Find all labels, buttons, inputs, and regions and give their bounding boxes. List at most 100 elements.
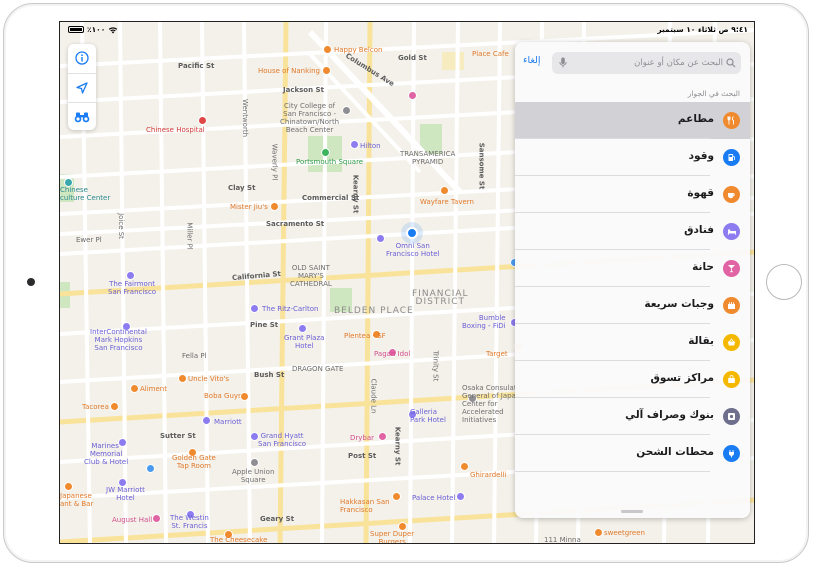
label-super-duper: Super Duper Burgers: [370, 530, 415, 544]
category-hotels[interactable]: فنادق: [515, 213, 750, 250]
screen: Pacific St Jackson St Columbus Ave Gold …: [59, 21, 755, 544]
label-sansome-st: Sansome St: [477, 142, 486, 190]
info-icon: [75, 51, 89, 65]
category-label: وقود: [688, 150, 714, 162]
pin-sweetgreen[interactable]: [594, 528, 603, 537]
panel-grabber[interactable]: [621, 510, 643, 513]
category-ev-charging[interactable]: محطات الشحن: [515, 435, 750, 472]
pin-grant-plaza[interactable]: [298, 324, 307, 333]
pin-drybar[interactable]: [378, 432, 387, 441]
label-bush-st: Bush St: [254, 371, 285, 379]
search-icon: [726, 58, 736, 68]
pin-omni-hotel[interactable]: [376, 234, 385, 243]
pin-uncle-vitos[interactable]: [178, 374, 187, 383]
pin-happy-belcon[interactable]: [323, 45, 332, 54]
label-joice-st: Joice St: [116, 213, 125, 239]
look-around-button[interactable]: [68, 102, 96, 130]
category-bars[interactable]: حانة: [515, 250, 750, 287]
pin-hilton[interactable]: [350, 140, 359, 149]
category-label: فنادق: [684, 224, 714, 236]
category-gas[interactable]: وقود: [515, 139, 750, 176]
label-pine-st: Pine St: [250, 321, 279, 329]
category-grocery[interactable]: بقالة: [515, 324, 750, 361]
pin-chinese-hospital[interactable]: [198, 116, 207, 125]
label-uncle-vitos: Uncle Vito's: [188, 375, 230, 383]
label-portsmouth-square: Portsmouth Square: [296, 158, 364, 166]
pin-japanese[interactable]: [64, 482, 73, 491]
label-place-cafe: Place Cafe: [472, 50, 509, 58]
label-grand-hyatt: Grand Hyatt San Francisco: [258, 432, 307, 448]
pin-aliment[interactable]: [130, 384, 139, 393]
pin-august-hall[interactable]: [152, 514, 161, 523]
pin-city-college[interactable]: [342, 106, 351, 115]
nearby-section-label: البحث في الجوار: [687, 89, 740, 98]
label-tacorea: Tacorea: [82, 403, 109, 411]
label-fella-pl: Fella Pl: [182, 352, 207, 360]
label-house-of-nanking: House of Nanking: [258, 67, 320, 75]
label-old-st-marys: OLD SAINT MARY'S CATHEDRAL: [290, 264, 332, 288]
pin-boba-guys[interactable]: [240, 392, 249, 401]
pin-ritz-carlton[interactable]: [250, 304, 259, 313]
label-pacific-st: Pacific St: [178, 62, 215, 70]
pin-tacorea[interactable]: [110, 402, 119, 411]
pin-ghirardelli[interactable]: [460, 462, 469, 471]
category-fast-food[interactable]: وجبات سريعة: [515, 287, 750, 324]
cocktail-glass-icon: [723, 260, 740, 277]
pin-fairmont[interactable]: [126, 271, 135, 280]
cancel-button[interactable]: إلغاء: [523, 55, 540, 66]
pin-house-of-nanking[interactable]: [322, 66, 331, 75]
label-fairmont: The Fairmont San Francisco: [108, 280, 157, 296]
category-label: محطات الشحن: [636, 446, 714, 458]
front-camera: [27, 278, 35, 286]
label-waverly: Waverly Pl: [270, 143, 279, 181]
label-jw-marriott: JW Marriott Hotel: [106, 486, 145, 502]
label-target: Target: [486, 350, 508, 358]
label-omni-hotel: Omni San Francisco Hotel: [386, 242, 440, 258]
label-chinese-hospital: Chinese Hospital: [146, 126, 205, 134]
shopping-bag-icon: [723, 371, 740, 388]
search-placeholder: البحث عن مكان أو عنوان: [634, 58, 723, 68]
category-label: مطاعم: [677, 113, 714, 125]
status-left: ٪١٠٠: [68, 25, 118, 34]
pin-hakkasan[interactable]: [392, 492, 401, 501]
category-label: بنوك وصراف آلي: [625, 409, 714, 421]
category-label: قهوة: [687, 187, 714, 199]
binoculars-icon: [74, 112, 90, 122]
label-mister-jius: Mister Jiu's: [230, 203, 268, 211]
label-boba-guys: Boba Guys: [204, 392, 242, 400]
pin-apple-union[interactable]: [250, 458, 259, 467]
pin-marines-memorial[interactable]: [118, 438, 127, 447]
pin-albatross[interactable]: [408, 91, 417, 100]
label-wayfare-tavern: Wayfare Tavern: [420, 198, 474, 206]
category-restaurants[interactable]: مطاعم: [515, 102, 750, 139]
home-button[interactable]: [766, 264, 802, 300]
pin-marriott[interactable]: [202, 416, 211, 425]
pin-shop[interactable]: [146, 464, 155, 473]
category-coffee[interactable]: قهوة: [515, 176, 750, 213]
label-jackson-st: Jackson St: [283, 86, 324, 94]
pin-portsmouth-square[interactable]: [321, 148, 330, 157]
category-banks[interactable]: بنوك وصراف آلي: [515, 398, 750, 435]
label-post-st: Post St: [348, 452, 377, 460]
search-input[interactable]: البحث عن مكان أو عنوان: [552, 52, 741, 74]
charging-plug-icon: [723, 445, 740, 462]
label-ewer-pl: Ewer Pl: [76, 236, 102, 244]
label-hakkasan: Hakkasan San Francisco: [340, 498, 390, 514]
label-grant-plaza: Grant Plaza Hotel: [284, 334, 325, 350]
label-westin: The Westin St. Francis: [170, 514, 209, 530]
location-button[interactable]: [68, 73, 96, 101]
category-shopping[interactable]: مراكز تسوق: [515, 361, 750, 398]
label-dragon-gate: DRAGON GATE: [292, 365, 344, 373]
label-financial-district: FINANCIAL DISTRICT: [412, 289, 469, 307]
label-drybar: Drybar: [350, 434, 375, 442]
map-controls: [68, 44, 96, 130]
info-button[interactable]: [68, 44, 96, 72]
pin-palace-hotel[interactable]: [456, 492, 465, 501]
pin-wayfare-tavern[interactable]: [440, 186, 449, 195]
microphone-icon[interactable]: [559, 57, 567, 68]
label-gold-st: Gold St: [398, 54, 427, 62]
label-osaka: Osaka Consulate General of Japan Center …: [462, 384, 521, 424]
label-trinity-st: Trinity St: [431, 350, 440, 382]
pin-mister-jius[interactable]: [270, 202, 279, 211]
status-bar: ٪١٠٠ ٩:٤١ ص ثلاثاء ١٠ سبتمبر: [60, 22, 754, 38]
